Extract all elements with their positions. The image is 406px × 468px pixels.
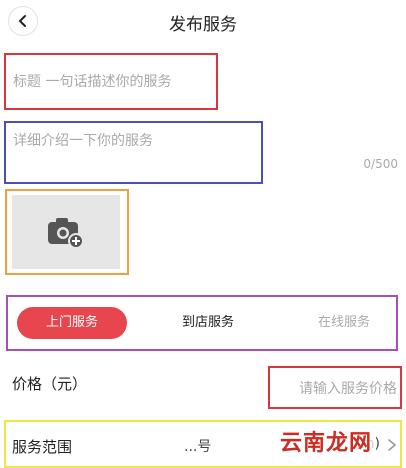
camera-add-icon: [48, 218, 84, 248]
tab-online-service[interactable]: 在线服务: [304, 307, 384, 339]
service-range-label: 服务范围: [12, 438, 73, 456]
tab-instore-service[interactable]: 到店服务: [168, 307, 248, 339]
header-bar: 发布服务: [0, 0, 406, 44]
service-title-input[interactable]: 标题 一句话描述你的服务: [4, 53, 218, 110]
price-placeholder: 请输入服务价格: [299, 381, 397, 397]
char-counter: 0/500: [363, 157, 398, 171]
service-description-input[interactable]: 详细介绍一下你的服务: [4, 121, 263, 184]
service-title-placeholder: 标题 一句话描述你的服务: [13, 74, 172, 90]
price-input[interactable]: 请输入服务价格: [268, 366, 402, 409]
photo-upload-area: [5, 189, 129, 275]
chevron-right-icon: [388, 439, 397, 451]
tab-onsite-service[interactable]: 上门服务: [17, 307, 127, 339]
watermark-logo: 云南龙网: [276, 425, 377, 457]
add-photo-button[interactable]: [12, 195, 120, 269]
service-description-placeholder: 详细介绍一下你的服务: [13, 133, 153, 149]
page-title: 发布服务: [169, 15, 237, 35]
service-mode-selector: 上门服务 到店服务 在线服务: [6, 295, 398, 351]
service-range-value: ...号: [184, 439, 212, 455]
price-label: 价格（元）: [12, 375, 88, 393]
